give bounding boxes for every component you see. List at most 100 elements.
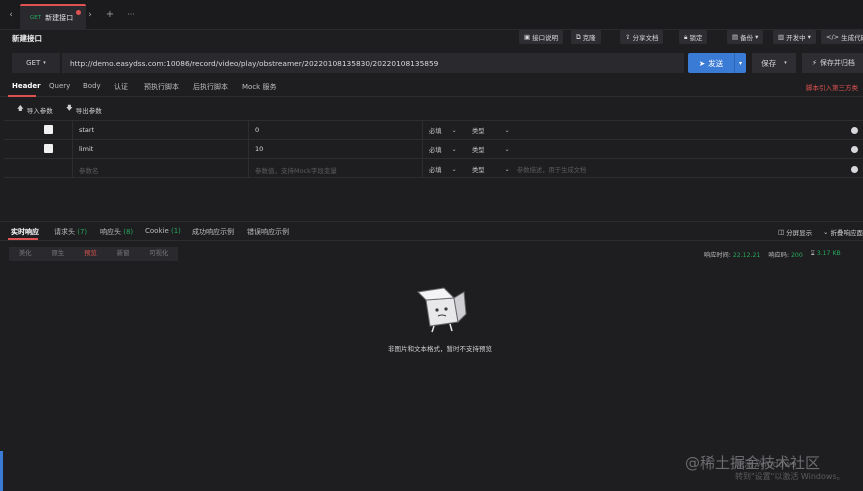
column-divider bbox=[72, 120, 73, 178]
tab-new-api[interactable]: GET 新建接口 bbox=[20, 4, 86, 30]
paper-plane-icon: ➤ bbox=[698, 58, 706, 68]
chevron-down-icon: ▾ bbox=[738, 59, 742, 67]
format-new-window[interactable]: 新窗 bbox=[107, 247, 140, 261]
sidebar-accent bbox=[0, 451, 3, 491]
codegen-button[interactable]: </>生成代码 bbox=[821, 30, 863, 44]
tab-live-response[interactable]: 实时响应 bbox=[11, 227, 39, 237]
column-divider bbox=[422, 120, 423, 178]
param-type-select[interactable]: 类型 ⌄ bbox=[472, 126, 510, 135]
divider bbox=[0, 221, 863, 222]
tab-auth[interactable]: 认证 bbox=[114, 82, 128, 92]
tab-response-headers[interactable]: 响应头 (8) bbox=[100, 227, 133, 237]
param-desc-placeholder[interactable]: 参数描述，用于生成文档 bbox=[517, 165, 586, 174]
chevron-down-icon: ▾ bbox=[784, 60, 787, 66]
tab-header[interactable]: Header bbox=[12, 82, 41, 90]
send-button[interactable]: ➤ 发送 bbox=[688, 53, 734, 73]
script-warning[interactable]: 脚本引入第三方类 bbox=[806, 82, 858, 92]
collapse-response-button[interactable]: ⌄ 折叠响应面 bbox=[823, 227, 863, 237]
split-view-button[interactable]: ◫ 分屏显示 bbox=[778, 227, 812, 237]
response-meta: 响应时间: 22.12.21 响应码: 200 ⌛︎ 3.17 KB bbox=[704, 250, 841, 259]
tab-method-badge: GET bbox=[30, 15, 42, 21]
param-required-select[interactable]: 必填 ⌄ bbox=[429, 126, 457, 135]
chevron-down-icon: ⌄ bbox=[451, 127, 457, 134]
param-enabled-checkbox[interactable] bbox=[44, 144, 53, 153]
active-tab-indicator bbox=[8, 95, 36, 97]
response-format-group: 美化 原生 预览 新窗 可视化 bbox=[9, 247, 179, 261]
env-icon: ▥ bbox=[778, 33, 785, 41]
param-required-select[interactable]: 必填 ⌄ bbox=[429, 165, 457, 174]
tab-strip: ‹ GET 新建接口 › + ··· bbox=[0, 0, 863, 30]
settings-icon[interactable] bbox=[851, 146, 858, 153]
env-select-button[interactable]: ▥ 开发中 ▾ bbox=[773, 30, 816, 44]
backup-icon: ▤ bbox=[732, 33, 739, 41]
tab-body[interactable]: Body bbox=[83, 82, 101, 90]
tab-pre-script[interactable]: 预执行脚本 bbox=[144, 82, 179, 92]
format-preview[interactable]: 预览 bbox=[74, 247, 107, 261]
page-title: 新建接口 bbox=[12, 34, 42, 43]
tab-mock[interactable]: Mock 服务 bbox=[242, 82, 276, 92]
share-doc-button[interactable]: ⇪ 分享文档 bbox=[620, 30, 664, 44]
arrow-down-icon: 🡇 bbox=[66, 104, 73, 112]
send-options-button[interactable]: ▾ bbox=[734, 53, 746, 73]
param-value[interactable]: 10 bbox=[255, 145, 263, 153]
hourglass-icon: ⌛︎ bbox=[810, 250, 815, 257]
tab-more-button[interactable]: ··· bbox=[124, 8, 138, 22]
arrow-up-icon: 🡅 bbox=[17, 104, 24, 112]
save-button[interactable]: 保存 ▾ bbox=[752, 53, 796, 73]
share-icon: ⇪ bbox=[625, 33, 631, 41]
import-params-button[interactable]: 🡅 导入参数 bbox=[17, 104, 53, 115]
tab-success-example[interactable]: 成功响应示例 bbox=[192, 227, 234, 237]
tab-error-example[interactable]: 错误响应示例 bbox=[247, 227, 289, 237]
divider bbox=[0, 240, 863, 241]
chevron-down-icon: ▾ bbox=[755, 33, 759, 41]
param-value-placeholder[interactable]: 参数值，支持Mock字段变量 bbox=[255, 165, 337, 175]
api-doc-button[interactable]: ▣ 接口说明 bbox=[519, 30, 564, 44]
param-name-placeholder[interactable]: 参数名 bbox=[79, 165, 99, 175]
param-name[interactable]: limit bbox=[79, 145, 93, 153]
empty-box-icon bbox=[416, 287, 467, 333]
clone-button[interactable]: ⧉ 克隆 bbox=[571, 30, 601, 44]
empty-preview-message: 非图片和文本格式，暂时不支持预览 bbox=[388, 345, 492, 353]
chevron-down-icon: ⌄ bbox=[504, 127, 510, 134]
copy-icon: ⧉ bbox=[576, 32, 581, 41]
chevron-down-icon: ⌄ bbox=[823, 228, 829, 236]
param-required-select[interactable]: 必填 ⌄ bbox=[429, 145, 457, 154]
param-type-select[interactable]: 类型 ⌄ bbox=[472, 165, 510, 174]
export-params-button[interactable]: 🡇 导出参数 bbox=[66, 104, 102, 115]
tab-scroll-left-icon[interactable]: ‹ bbox=[2, 0, 20, 30]
format-raw[interactable]: 原生 bbox=[42, 247, 75, 261]
column-divider bbox=[248, 120, 249, 178]
tab-label: 新建接口 bbox=[45, 14, 74, 22]
lock-icon: 🔒︎ bbox=[684, 32, 688, 41]
chevron-down-icon: ⌄ bbox=[451, 166, 457, 173]
tab-query[interactable]: Query bbox=[49, 82, 70, 90]
lock-button[interactable]: 🔒︎ 锁定 bbox=[679, 30, 708, 44]
param-value[interactable]: 0 bbox=[255, 126, 259, 134]
windows-activation-hint: 转到"设置"以激活 Windows。 bbox=[735, 472, 845, 481]
param-enabled-checkbox[interactable] bbox=[44, 125, 53, 134]
format-pretty[interactable]: 美化 bbox=[9, 247, 42, 261]
chevron-down-icon: ⌄ bbox=[451, 146, 457, 153]
new-tab-button[interactable]: + bbox=[103, 8, 117, 22]
save-archive-button[interactable]: ⚡︎ 保存并归档 bbox=[802, 53, 863, 73]
chevron-down-icon: ▾ bbox=[807, 33, 811, 41]
method-select[interactable]: GET ▾ bbox=[12, 53, 60, 73]
bolt-icon: ⚡︎ bbox=[812, 59, 817, 67]
tab-post-script[interactable]: 后执行脚本 bbox=[193, 82, 228, 92]
doc-icon: ▣ bbox=[524, 33, 531, 41]
windows-activation-title: 激活 Windows bbox=[735, 460, 797, 470]
param-type-select[interactable]: 类型 ⌄ bbox=[472, 145, 510, 154]
code-icon: </> bbox=[826, 33, 840, 41]
tab-request-headers[interactable]: 请求头 (7) bbox=[54, 227, 87, 237]
format-visualize[interactable]: 可视化 bbox=[139, 247, 178, 261]
chevron-down-icon: ▾ bbox=[43, 60, 46, 66]
url-input[interactable] bbox=[62, 53, 684, 73]
settings-icon[interactable] bbox=[851, 166, 858, 173]
backup-button[interactable]: ▤ 备份 ▾ bbox=[727, 30, 764, 44]
request-tabs: Header Query Body 认证 预执行脚本 后执行脚本 Mock 服务 bbox=[0, 77, 863, 97]
settings-icon[interactable] bbox=[851, 127, 858, 134]
tab-cookie[interactable]: Cookie (1) bbox=[145, 227, 181, 235]
tab-scroll-right-icon[interactable]: › bbox=[81, 0, 99, 30]
chevron-down-icon: ⌄ bbox=[504, 166, 510, 173]
param-name[interactable]: start bbox=[79, 126, 94, 134]
